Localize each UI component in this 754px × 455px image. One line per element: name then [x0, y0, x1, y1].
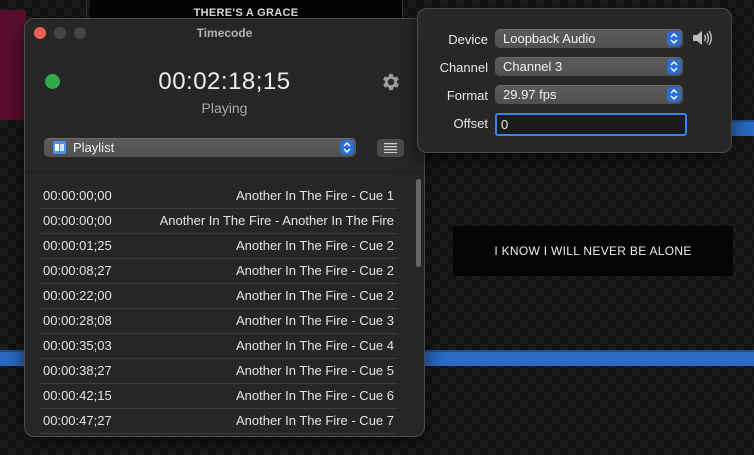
cue-row[interactable]: 00:00:08;27 Another In The Fire - Cue 2	[40, 259, 397, 284]
cue-name: Another In The Fire - Cue 2	[235, 263, 394, 278]
cue-time: 00:00:35;03	[43, 338, 112, 353]
chevron-updown-icon	[667, 87, 681, 102]
cue-name: Another In The Fire - Cue 3	[235, 313, 394, 328]
cue-row[interactable]: 00:00:28;08 Another In The Fire - Cue 3	[40, 309, 397, 334]
channel-label: Channel	[439, 60, 488, 75]
offset-label: Offset	[453, 116, 488, 131]
cue-name: Another In The Fire - Cue 6	[235, 388, 394, 403]
cue-row[interactable]: 00:00:01;25 Another In The Fire - Cue 2	[40, 234, 397, 259]
channel-select-value: Channel 3	[503, 59, 563, 74]
cue-name: Another In The Fire - Another In The Fir…	[159, 213, 394, 228]
cue-time: 00:00:22;00	[43, 288, 112, 303]
cue-row[interactable]: 00:00:47;27 Another In The Fire - Cue 7	[40, 409, 397, 434]
cue-time: 00:00:00;00	[43, 188, 112, 203]
background-blue-bar	[423, 350, 754, 366]
playlist-select[interactable]: Playlist	[44, 138, 356, 157]
playback-state: Playing	[201, 100, 248, 116]
cue-name: Another In The Fire - Cue 7	[235, 413, 394, 428]
chevron-updown-icon	[667, 59, 681, 74]
chevron-updown-icon	[667, 31, 681, 46]
list-icon	[384, 143, 397, 153]
format-select-value: 29.97 fps	[503, 87, 557, 102]
cue-name: Another In The Fire - Cue 4	[235, 338, 394, 353]
timecode-display: 00:02:18;15	[158, 68, 291, 95]
timecode-settings-popover: Device Loopback Audio Channel Channel 3 …	[417, 8, 732, 153]
cue-time: 00:00:42;15	[43, 388, 112, 403]
window-title: Timecode	[196, 26, 253, 40]
cue-time: 00:00:00;00	[43, 213, 112, 228]
list-view-button[interactable]	[377, 139, 404, 157]
background-slide-color-block	[0, 10, 26, 120]
cue-list: 00:00:00;00 Another In The Fire - Cue 1 00…	[40, 184, 397, 434]
cue-row[interactable]: 00:00:38;27 Another In The Fire - Cue 5	[40, 359, 397, 384]
cue-row[interactable]: 00:00:42;15 Another In The Fire - Cue 6	[40, 384, 397, 409]
cue-row[interactable]: 00:00:22;00 Another In The Fire - Cue 2	[40, 284, 397, 309]
device-select-value: Loopback Audio	[503, 31, 596, 46]
channel-select[interactable]: Channel 3	[495, 57, 683, 76]
cue-row[interactable]: 00:00:00;00 Another In The Fire - Another…	[40, 209, 397, 234]
cue-time: 00:00:28;08	[43, 313, 112, 328]
list-divider	[25, 171, 424, 172]
chevron-updown-icon	[340, 140, 354, 155]
cue-time: 00:00:38;27	[43, 363, 112, 378]
playlist-icon	[53, 141, 66, 154]
format-label: Format	[446, 88, 488, 103]
gear-icon[interactable]	[380, 71, 402, 93]
speaker-icon[interactable]	[691, 29, 713, 47]
cue-row[interactable]: 00:00:00;00 Another In The Fire - Cue 1	[40, 184, 397, 209]
device-select[interactable]: Loopback Audio	[495, 29, 683, 48]
format-select[interactable]: 29.97 fps	[495, 85, 683, 104]
cue-time: 00:00:01;25	[43, 238, 112, 253]
cue-name: Another In The Fire - Cue 1	[235, 188, 394, 203]
background-blue-bar	[730, 120, 754, 136]
cue-time: 00:00:47;27	[43, 413, 112, 428]
background-slide-right: I KNOW I WILL NEVER BE ALONE	[453, 226, 733, 276]
playlist-select-value: Playlist	[73, 140, 115, 155]
cue-row[interactable]: 00:00:35;03 Another In The Fire - Cue 4	[40, 334, 397, 359]
cue-name: Another In The Fire - Cue 2	[235, 238, 394, 253]
offset-input[interactable]: 0	[495, 113, 687, 136]
cue-name: Another In The Fire - Cue 2	[235, 288, 394, 303]
title-bar[interactable]: Timecode	[25, 19, 424, 47]
cue-time: 00:00:08;27	[43, 263, 112, 278]
cue-name: Another In The Fire - Cue 5	[235, 363, 394, 378]
cue-list-scrollbar[interactable]	[416, 179, 421, 267]
timecode-window: Timecode 00:02:18;15 Playing Playlist 00…	[24, 18, 425, 437]
device-label: Device	[448, 32, 488, 47]
